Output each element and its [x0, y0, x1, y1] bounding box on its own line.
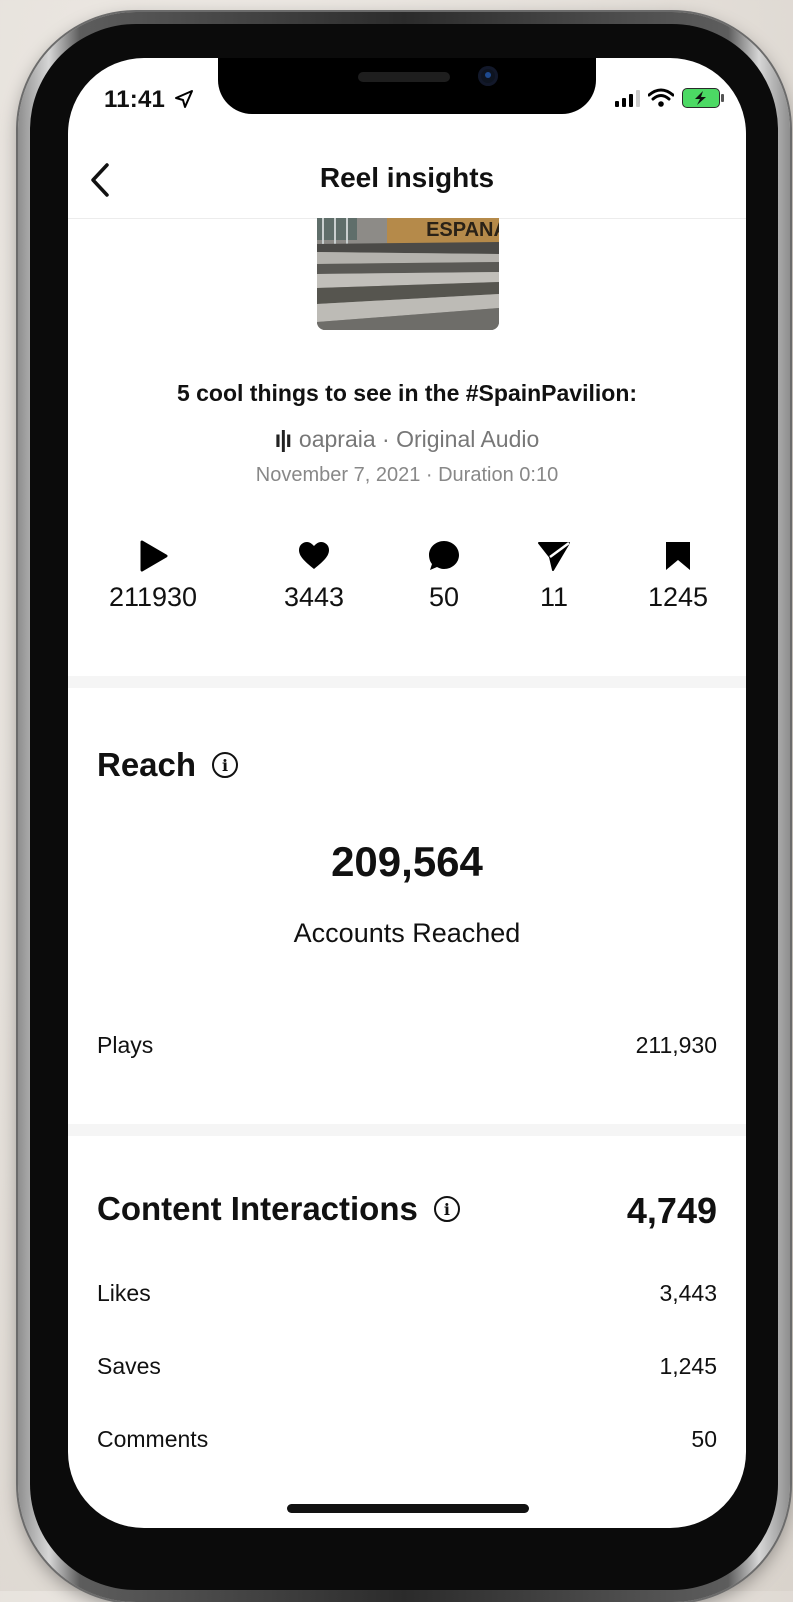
reach-heading: Reach i — [97, 746, 239, 784]
section-divider — [68, 1124, 746, 1136]
home-indicator[interactable] — [287, 1504, 529, 1513]
content-interactions-info-icon[interactable]: i — [433, 1196, 460, 1222]
status-icons — [615, 88, 724, 108]
stat-likes-value: 3443 — [283, 582, 345, 612]
saves-label: Saves — [97, 1352, 161, 1379]
content-interactions-total: 4,749 — [626, 1190, 717, 1231]
reel-caption: 5 cool things to see in the #SpainPavili… — [176, 380, 638, 406]
front-camera — [478, 66, 498, 86]
comments-value: 50 — [691, 1425, 717, 1452]
audio-waveform-icon: ı|ı — [274, 426, 292, 452]
reach-info-icon[interactable]: i — [212, 752, 239, 778]
thumbnail-sign-text: ESPANA — [426, 219, 499, 241]
status-time: 11:41 — [104, 86, 194, 114]
stat-likes: 3443 — [244, 538, 384, 613]
battery-charging-icon — [682, 88, 724, 108]
reel-thumbnail-image: ESPANA — [317, 218, 499, 330]
location-arrow-icon — [174, 90, 193, 108]
accounts-reached-label: Accounts Reached — [293, 918, 521, 948]
cellular-signal-icon — [615, 89, 640, 107]
speaker — [358, 72, 450, 82]
stats-row: 211930 3443 50 11 1245 — [68, 538, 746, 628]
likes-row: Likes 3,443 — [97, 1276, 717, 1310]
bookmark-icon — [666, 542, 690, 570]
stat-plays-value: 211930 — [108, 582, 198, 612]
audio-line[interactable]: ı|ı oapraia · Original Audio — [68, 426, 746, 453]
play-icon — [140, 540, 168, 572]
reel-thumbnail[interactable]: ESPANA — [317, 218, 499, 330]
saves-value: 1,245 — [659, 1352, 717, 1379]
status-time-text: 11:41 — [104, 86, 166, 113]
stat-shares: 11 — [484, 538, 624, 613]
page-title: Reel insights — [319, 162, 495, 193]
wifi-icon — [648, 88, 674, 107]
stat-shares-value: 11 — [539, 582, 569, 612]
plays-label: Plays — [97, 1031, 154, 1058]
saves-row: Saves 1,245 — [97, 1349, 717, 1383]
section-divider — [68, 676, 746, 688]
content-interactions-heading-text: Content Interactions — [97, 1190, 418, 1227]
stat-saves-value: 1245 — [647, 582, 709, 612]
nav-bar: Reel insights — [68, 154, 746, 219]
comments-row: Comments 50 — [97, 1422, 717, 1456]
likes-value: 3,443 — [659, 1279, 717, 1306]
accounts-reached-value: 209,564 — [331, 838, 483, 885]
notch — [218, 58, 596, 114]
reach-heading-text: Reach — [97, 746, 197, 783]
plays-value: 211,930 — [635, 1031, 717, 1058]
plays-row: Plays 211,930 — [97, 1028, 717, 1062]
comment-icon — [429, 541, 459, 570]
content-interactions-heading: Content Interactions i — [97, 1190, 460, 1228]
comments-label: Comments — [97, 1425, 209, 1452]
share-icon — [538, 541, 570, 571]
stat-plays: 211930 — [83, 538, 223, 613]
reel-meta: November 7, 2021 · Duration 0:10 — [255, 464, 559, 486]
screen: 11:41 Reel insights ESPAN 5 cool things … — [68, 58, 746, 1528]
stat-saves: 1245 — [608, 538, 746, 613]
audio-label: oapraia · Original Audio — [298, 426, 540, 452]
likes-label: Likes — [97, 1279, 151, 1306]
heart-icon — [299, 542, 329, 569]
